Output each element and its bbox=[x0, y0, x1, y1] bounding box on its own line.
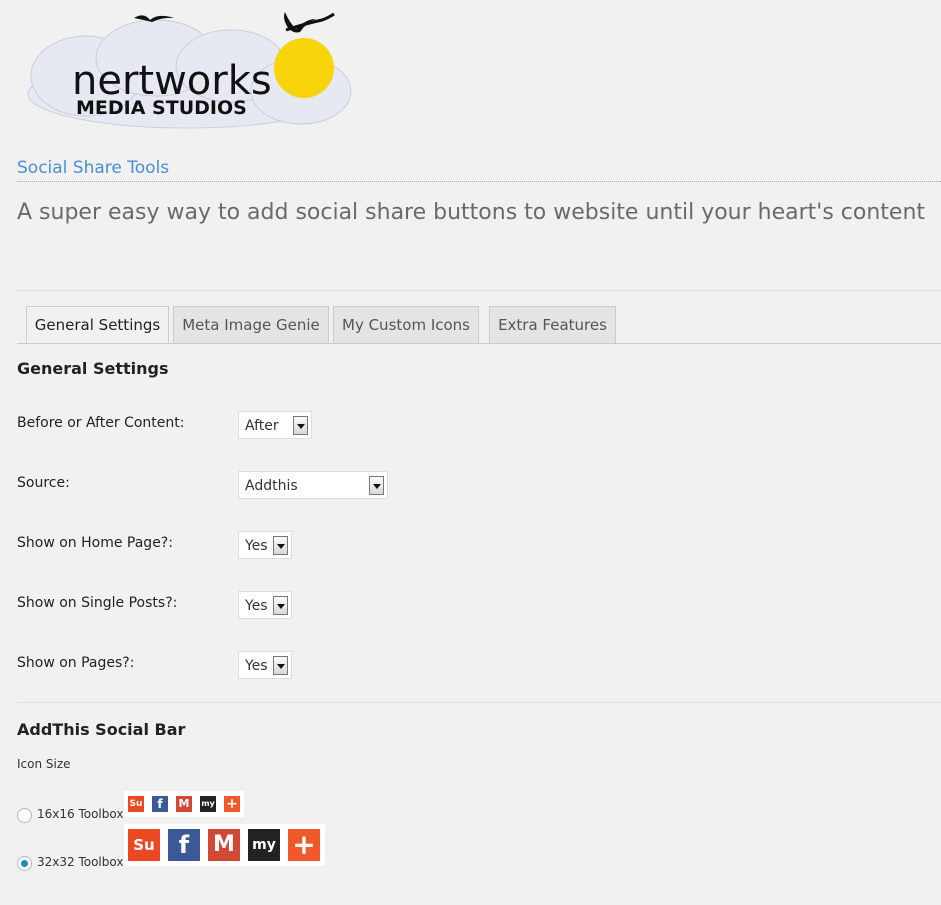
show-single-posts-select[interactable]: Yes bbox=[238, 591, 292, 619]
before-after-content-select[interactable]: After bbox=[238, 411, 312, 439]
tab-extra-features[interactable]: Extra Features bbox=[489, 306, 616, 343]
tab-my-custom-icons[interactable]: My Custom Icons bbox=[333, 306, 479, 343]
show-pages-select[interactable]: Yes bbox=[238, 651, 292, 679]
source-select[interactable]: Addthis bbox=[238, 471, 388, 499]
facebook-icon: f bbox=[168, 829, 200, 861]
icon-preview-16: Su f M my + bbox=[124, 791, 244, 817]
addthis-heading: AddThis Social Bar bbox=[17, 720, 186, 739]
tab-meta-image-genie[interactable]: Meta Image Genie bbox=[173, 306, 329, 343]
addthis-more-icon: + bbox=[288, 829, 320, 861]
chevron-down-icon[interactable] bbox=[369, 476, 384, 495]
gmail-icon: M bbox=[176, 796, 192, 812]
stumbleupon-icon: Su bbox=[128, 796, 144, 812]
myspace-icon: my bbox=[200, 796, 216, 812]
chevron-down-icon[interactable] bbox=[273, 596, 288, 615]
tabs-divider bbox=[17, 343, 941, 344]
show-home-page-select[interactable]: Yes bbox=[238, 531, 292, 559]
logo-subtitle: MEDIA STUDIOS bbox=[76, 97, 247, 119]
show-pages-value: Yes bbox=[245, 658, 268, 674]
gmail-icon: M bbox=[208, 829, 240, 861]
plugin-title: Social Share Tools bbox=[17, 158, 170, 178]
nertworks-logo: nertworks MEDIA STUDIOS bbox=[27, 12, 352, 129]
icon-size-32-radio[interactable] bbox=[17, 856, 32, 871]
show-home-page-value: Yes bbox=[245, 538, 268, 554]
icon-size-16-radio[interactable] bbox=[17, 808, 32, 823]
section-divider bbox=[17, 702, 941, 703]
show-single-posts-label: Show on Single Posts?: bbox=[17, 595, 178, 611]
before-after-content-label: Before or After Content: bbox=[17, 415, 185, 431]
before-after-content-value: After bbox=[245, 418, 279, 434]
plugin-tagline: A super easy way to add social share but… bbox=[17, 200, 926, 225]
icon-size-32-label[interactable]: 32x32 Toolbox bbox=[37, 855, 123, 869]
addthis-more-icon: + bbox=[224, 796, 240, 812]
chevron-down-icon[interactable] bbox=[273, 656, 288, 675]
source-label: Source: bbox=[17, 475, 70, 491]
icon-size-label: Icon Size bbox=[17, 757, 71, 771]
chevron-down-icon[interactable] bbox=[273, 536, 288, 555]
tab-general-settings[interactable]: General Settings bbox=[26, 306, 169, 344]
stumbleupon-icon: Su bbox=[128, 829, 160, 861]
show-pages-label: Show on Pages?: bbox=[17, 655, 135, 671]
title-divider bbox=[17, 181, 941, 182]
source-value: Addthis bbox=[245, 478, 298, 494]
icon-preview-32: Su f M my + bbox=[124, 824, 325, 866]
header-divider bbox=[17, 290, 941, 291]
myspace-icon: my bbox=[248, 829, 280, 861]
general-settings-heading: General Settings bbox=[17, 359, 169, 378]
facebook-icon: f bbox=[152, 796, 168, 812]
chevron-down-icon[interactable] bbox=[293, 416, 308, 435]
show-home-page-label: Show on Home Page?: bbox=[17, 535, 173, 551]
icon-size-16-label[interactable]: 16x16 Toolbox bbox=[37, 807, 123, 821]
show-single-posts-value: Yes bbox=[245, 598, 268, 614]
